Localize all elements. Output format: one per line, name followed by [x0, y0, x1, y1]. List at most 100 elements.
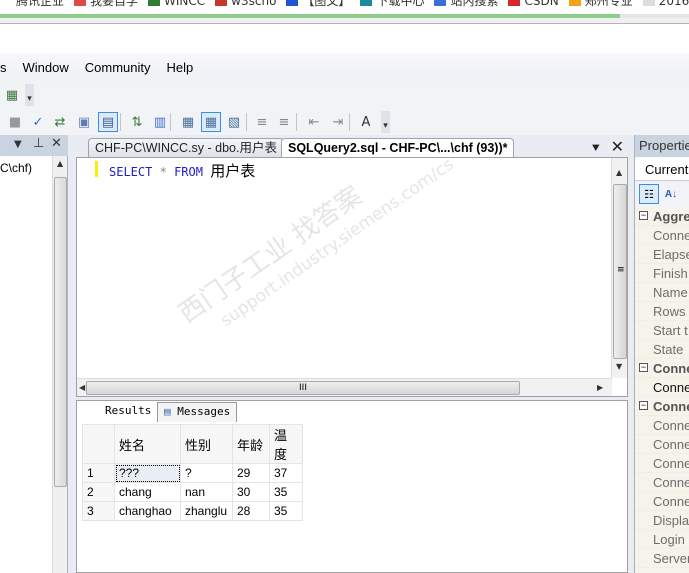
bookmark-item[interactable]: CSDN — [508, 0, 559, 7]
row-number[interactable]: 2 — [82, 482, 115, 502]
property-row[interactable]: Conne — [635, 378, 689, 397]
client-statistics-icon[interactable]: ▥ — [150, 112, 170, 132]
results-to-text-alt-icon[interactable]: ▦ — [178, 112, 198, 132]
row-number[interactable]: 3 — [82, 501, 115, 521]
uncomment-icon[interactable]: ≡ — [274, 112, 294, 132]
results-to-grid-icon[interactable]: ▦ — [201, 112, 221, 132]
property-category[interactable]: − Aggre — [635, 207, 689, 226]
grid-cell[interactable]: 37 — [269, 463, 303, 483]
decrease-indent-icon[interactable]: ⇤ — [304, 112, 324, 132]
grid-cell[interactable]: ? — [180, 463, 233, 483]
collapse-icon[interactable]: − — [639, 363, 648, 372]
toolbar-overflow-button[interactable]: ▾ — [381, 111, 390, 133]
tab-results[interactable]: Results — [99, 402, 158, 422]
column-header[interactable]: 温度 — [269, 424, 303, 464]
bookmark-item[interactable]: 郑州专业 — [568, 0, 633, 7]
tree-item-server[interactable]: C\chf) — [0, 161, 32, 175]
comment-icon[interactable]: ≡ — [252, 112, 272, 132]
property-row[interactable]: Conne — [635, 473, 689, 492]
close-icon[interactable]: ✕ — [51, 136, 62, 151]
column-header[interactable]: 性别 — [180, 424, 233, 464]
property-row[interactable]: Displa — [635, 511, 689, 530]
property-row[interactable]: Login — [635, 530, 689, 549]
grid-cell[interactable]: chang — [114, 482, 181, 502]
property-category[interactable]: −Conne — [635, 397, 689, 416]
pin-icon[interactable]: ⊥ — [33, 136, 44, 151]
scroll-left-icon[interactable]: ◀ — [79, 383, 85, 392]
specify-values-icon[interactable]: ▣ — [74, 112, 94, 132]
grid-cell[interactable]: 29 — [232, 463, 270, 483]
tab-table-view[interactable]: CHF-PC\WINCC.sy - dbo.用户表 — [88, 138, 284, 157]
property-row[interactable]: Conne — [635, 454, 689, 473]
bookmark-item[interactable]: 下载中心 — [360, 0, 424, 7]
tab-sqlquery2[interactable]: SQLQuery2.sql - CHF-PC\...\chf (93))* — [281, 138, 515, 157]
display-plan-icon[interactable]: ⇅ — [127, 112, 147, 132]
scroll-up-icon[interactable]: ▲ — [57, 159, 63, 168]
property-row[interactable]: Name — [635, 283, 689, 302]
vertical-scrollbar[interactable]: ▲ — [52, 156, 67, 573]
row-number[interactable]: 1 — [82, 463, 115, 483]
grid-cell[interactable]: 35 — [269, 482, 303, 502]
property-category[interactable]: −Conne — [635, 359, 689, 378]
property-row[interactable]: Conne — [635, 416, 689, 435]
property-row[interactable]: Finish — [635, 264, 689, 283]
scroll-right-icon[interactable]: ▶ — [597, 383, 603, 392]
property-row[interactable]: Conne — [635, 435, 689, 454]
scroll-down-icon[interactable]: ▼ — [616, 362, 622, 371]
property-row[interactable]: Elapse — [635, 245, 689, 264]
menu-community[interactable]: Community — [77, 60, 159, 75]
alphabetical-sort-icon[interactable]: A↓ — [661, 184, 681, 204]
toolbar-overflow-button[interactable]: ▾ — [25, 84, 34, 106]
bookmark-item[interactable]: 我要自学 — [74, 0, 138, 7]
grid-cell[interactable]: nan — [180, 482, 233, 502]
specify-template-icon[interactable]: A — [356, 112, 376, 132]
property-row[interactable]: Conne — [635, 492, 689, 511]
grid-cell[interactable]: changhao — [114, 501, 181, 521]
scroll-up-icon[interactable]: ▲ — [616, 168, 622, 177]
property-row[interactable]: Start t — [635, 321, 689, 340]
results-to-file-icon[interactable]: ▧ — [224, 112, 244, 132]
grid-cell[interactable]: ??? — [114, 463, 181, 483]
tab-list-icon[interactable]: ⯆ — [591, 141, 601, 155]
results-to-text-icon[interactable]: ▤ — [98, 112, 118, 132]
bookmark-item[interactable]: 【图文】 — [286, 0, 350, 7]
dropdown-icon[interactable]: ▼ — [14, 139, 22, 150]
property-row[interactable]: Server — [635, 549, 689, 568]
query-designer-icon[interactable]: ⇄ — [50, 112, 70, 132]
scroll-thumb[interactable] — [54, 177, 67, 487]
editor-vertical-scrollbar[interactable]: ▲ ≡ ▼ — [611, 158, 627, 378]
menu-window[interactable]: Window — [15, 60, 77, 75]
column-header[interactable]: 年龄 — [232, 424, 270, 464]
bookmark-item[interactable]: 2016 — [642, 0, 689, 7]
menu-tools[interactable]: s — [0, 60, 15, 75]
query-editor[interactable]: SELECT * FROM 用户表 ▲ ≡ ▼ ◀ III ▶ — [76, 157, 628, 397]
collapse-icon[interactable]: − — [639, 401, 648, 410]
editor-horizontal-scrollbar[interactable]: ◀ III ▶ — [77, 378, 612, 396]
property-row[interactable]: Rows — [635, 302, 689, 321]
bookmark-icon — [0, 0, 12, 6]
collapse-icon[interactable]: − — [639, 211, 648, 220]
grid-cell[interactable]: 35 — [269, 501, 303, 521]
bookmark-item[interactable]: 站内搜索 — [434, 0, 498, 7]
editor-hscroll-thumb[interactable]: III — [86, 381, 520, 395]
query-text[interactable]: SELECT * FROM 用户表 — [109, 160, 255, 181]
grid-cell[interactable]: 28 — [232, 501, 270, 521]
grid-cell[interactable]: zhanglu — [180, 501, 233, 521]
menu-help[interactable]: Help — [159, 60, 202, 75]
close-document-icon[interactable]: ✕ — [611, 137, 624, 156]
categorized-icon[interactable]: ☷ — [639, 184, 659, 204]
editor-vscroll-thumb[interactable]: ≡ — [613, 184, 627, 359]
bookmark-item[interactable]: 腾讯企业 — [0, 0, 64, 7]
property-row[interactable]: Conne — [635, 226, 689, 245]
bookmark-item[interactable]: w3scho — [215, 0, 276, 7]
parse-check-icon[interactable]: ✓ — [28, 112, 48, 132]
increase-indent-icon[interactable]: ⇥ — [328, 112, 348, 132]
property-row[interactable]: State — [635, 340, 689, 359]
properties-object-selector[interactable]: Current — [635, 157, 689, 181]
stop-icon[interactable]: ■ — [5, 112, 25, 132]
grid-cell[interactable]: 30 — [232, 482, 270, 502]
column-header[interactable]: 姓名 — [114, 424, 181, 464]
bookmark-item[interactable]: WINCC — [148, 0, 205, 7]
activity-monitor-icon[interactable]: ▦ — [2, 85, 22, 105]
tab-messages[interactable]: ▤ Messages — [157, 402, 238, 422]
